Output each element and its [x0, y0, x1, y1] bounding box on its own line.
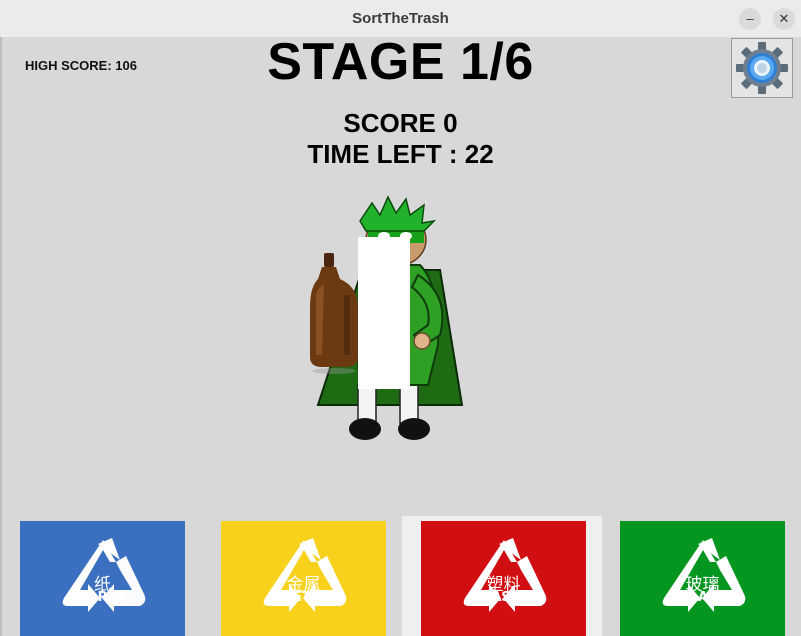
metal-bin-en-label: METAL	[280, 590, 327, 605]
plastic-bin[interactable]: 塑料 PLASTIC	[421, 521, 586, 636]
stage-title: STAGE 1/6	[267, 33, 534, 91]
glass-bin[interactable]: 玻璃 GLASS	[620, 521, 785, 636]
metal-bin[interactable]: 金属 METAL	[221, 521, 386, 636]
plastic-bin-en-label: PLASTIC	[474, 590, 533, 605]
glass-bin-en-label: GLASS	[679, 590, 726, 605]
gear-icon	[736, 42, 788, 94]
score-label: SCORE 0	[343, 108, 458, 138]
settings-button[interactable]	[731, 38, 793, 98]
paper-bin[interactable]: 纸 PAPER	[20, 521, 185, 636]
window-title: SortTheTrash	[352, 10, 449, 27]
minimize-button[interactable]: –	[739, 8, 761, 30]
time-left-label: TIME LEFT : 22	[307, 139, 494, 169]
paper-bin-en-label: PAPER	[79, 590, 126, 605]
brown-glass-bottle[interactable]	[310, 253, 358, 374]
eco-hero-character	[310, 195, 464, 440]
close-button[interactable]: ✕	[773, 8, 795, 30]
